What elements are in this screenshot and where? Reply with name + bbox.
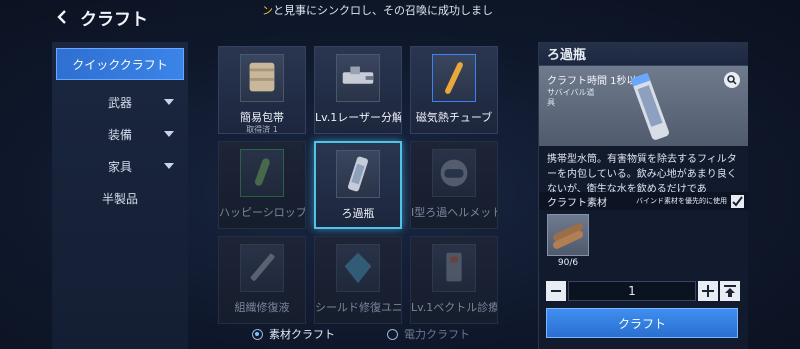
notification-ticker: ンと見事にシンクロし、その召喚に成功しまし <box>262 2 493 18</box>
recipe-name: Lv.1レーザー分解装置 <box>315 111 401 124</box>
recipe-card-bandage[interactable]: 簡易包帯 取得済 1 <box>218 46 306 134</box>
sidebar-item-furniture[interactable]: 家具 <box>52 150 188 182</box>
recipe-card-filter-bottle[interactable]: ろ過瓶 <box>314 141 402 229</box>
recipe-name: I型ろ過ヘルメット <box>411 206 497 219</box>
shield-unit-icon <box>336 244 380 292</box>
laser-device-icon <box>336 54 380 102</box>
recipe-card-shield-unit[interactable]: シールド修復ユニット <box>314 236 402 324</box>
ticker-highlight: ン <box>262 4 273 17</box>
sidebar-item-equipment[interactable]: 装備 <box>52 118 188 150</box>
syringe-icon <box>240 244 284 292</box>
detail-hero: クラフト時間 1秒以内 サバイバル道具 <box>539 66 748 146</box>
recipe-name: Lv.1ベクトル診療装置 <box>411 301 497 314</box>
materials-label: クラフト素材 <box>547 197 607 209</box>
filter-bottle-icon <box>621 68 679 144</box>
recipe-card-helmet[interactable]: I型ろ過ヘルメット <box>410 141 498 229</box>
helmet-icon <box>432 149 476 197</box>
recipe-name: 組織修復液 <box>234 301 290 314</box>
radio-dot <box>387 328 398 340</box>
mode-material-radio[interactable]: 素材クラフト <box>252 326 335 342</box>
recipe-owned: 取得済 1 <box>246 125 278 134</box>
recipe-name: 簡易包帯 <box>240 111 284 124</box>
bind-label: バインド素材を優先的に使用 <box>636 197 727 205</box>
recipe-name: ろ過瓶 <box>341 207 375 220</box>
sidebar-item-label: クイッククラフト <box>72 57 168 72</box>
sidebar-item-label: 半製品 <box>101 191 138 206</box>
quantity-stepper: 1 <box>546 281 740 301</box>
dropdown-arrow-icon <box>164 163 174 169</box>
materials-header: クラフト素材 バインド素材を優先的に使用 <box>539 192 748 210</box>
mode-power-radio[interactable]: 電力クラフト <box>387 326 470 342</box>
item-description: 携帯型水筒。有害物質を除去するフィルターを内包している。飲み心地があまり良くない… <box>547 154 737 192</box>
mode-label: 素材クラフト <box>269 328 335 341</box>
sidebar-item-label: 家具 <box>107 159 132 174</box>
increment-button[interactable] <box>698 281 718 301</box>
category-sidebar: クイッククラフト 武器 装備 家具 半製品 <box>52 42 188 349</box>
recipe-card-thermal-tube[interactable]: 磁気熱チューブ <box>410 46 498 134</box>
recipe-card-syrup[interactable]: ハッピーシロップ <box>218 141 306 229</box>
bind-material-toggle[interactable]: バインド素材を優先的に使用 <box>636 194 744 208</box>
materials-list: 90/6 <box>539 210 748 272</box>
thermal-tube-icon <box>432 54 476 102</box>
recipe-card-laser-device[interactable]: Lv.1レーザー分解装置 <box>314 46 402 134</box>
sidebar-item-label: 武器 <box>107 95 132 110</box>
filter-bottle-icon <box>336 150 380 198</box>
dropdown-arrow-icon <box>164 99 174 105</box>
bandage-icon <box>240 54 284 102</box>
zoom-icon[interactable] <box>724 72 740 88</box>
checkbox-checked-icon[interactable] <box>731 194 744 208</box>
recipe-card-tissue-repair[interactable]: 組織修復液 <box>218 236 306 324</box>
quantity-value[interactable]: 1 <box>568 281 696 301</box>
detail-title: ろ過瓶 <box>539 42 748 66</box>
wood-log-icon[interactable] <box>547 214 589 256</box>
sidebar-item-semi-finished[interactable]: 半製品 <box>52 182 188 214</box>
craft-mode-selector: 素材クラフト 電力クラフト <box>252 326 470 342</box>
recipe-name: ハッピーシロップ <box>219 206 305 219</box>
sidebar-item-label: 装備 <box>107 127 132 142</box>
recipe-name: シールド修復ユニット <box>315 301 401 314</box>
decrement-button[interactable] <box>546 281 566 301</box>
sidebar-item-quick-craft[interactable]: クイッククラフト <box>56 48 184 80</box>
material-count: 90/6 <box>557 258 579 268</box>
max-quantity-button[interactable] <box>720 281 740 301</box>
recipe-card-medical-device[interactable]: Lv.1ベクトル診療装置 <box>410 236 498 324</box>
ticker-text: と見事にシンクロし、その召喚に成功しまし <box>273 4 493 17</box>
page-title: クラフト <box>80 9 148 30</box>
sidebar-item-weapons[interactable]: 武器 <box>52 86 188 118</box>
recipe-grid: 簡易包帯 取得済 1 Lv.1レーザー分解装置 磁気熱チューブ ハッピーシロップ… <box>218 46 498 324</box>
medical-device-icon <box>432 244 476 292</box>
syrup-vial-icon <box>240 149 284 197</box>
header: クラフト <box>52 4 148 30</box>
radio-dot <box>252 328 263 340</box>
recipe-name: 磁気熱チューブ <box>415 111 493 124</box>
item-category: サバイバル道具 <box>547 88 595 108</box>
recipe-detail-panel: ろ過瓶 クラフト時間 1秒以内 サバイバル道具 携帯型水筒。有害物質を除去するフ… <box>538 42 748 349</box>
craft-button[interactable]: クラフト <box>546 308 738 338</box>
mode-label: 電力クラフト <box>404 328 470 341</box>
back-arrow-icon[interactable] <box>52 7 72 27</box>
dropdown-arrow-icon <box>164 131 174 137</box>
